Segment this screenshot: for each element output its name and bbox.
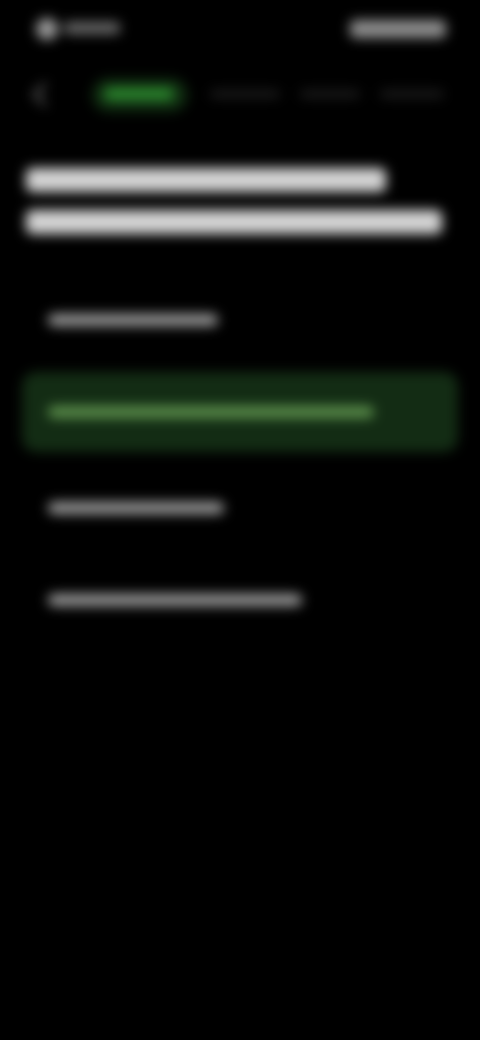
tab-row [0,70,480,120]
answer-option[interactable] [22,560,458,640]
answer-option-label [48,502,224,514]
tab-3[interactable] [300,90,360,98]
back-chevron-icon[interactable] [32,82,57,107]
answer-option-label [48,406,374,418]
answer-option-label [48,314,218,326]
status-bar [0,0,480,60]
question-heading-line [26,210,442,234]
tab-2[interactable] [210,90,280,98]
question-heading-line [26,168,386,192]
tab-active-label [104,88,174,100]
screen [0,0,480,1040]
answer-option-selected[interactable] [22,372,458,452]
answer-option-label [48,594,302,606]
answer-option[interactable] [22,468,458,548]
status-dot-icon [36,18,58,40]
question-heading [26,168,456,252]
tab-4[interactable] [380,90,444,98]
status-indicators [350,20,446,38]
answer-option[interactable] [22,280,458,360]
tab-active[interactable] [92,78,188,112]
status-time [64,22,120,34]
